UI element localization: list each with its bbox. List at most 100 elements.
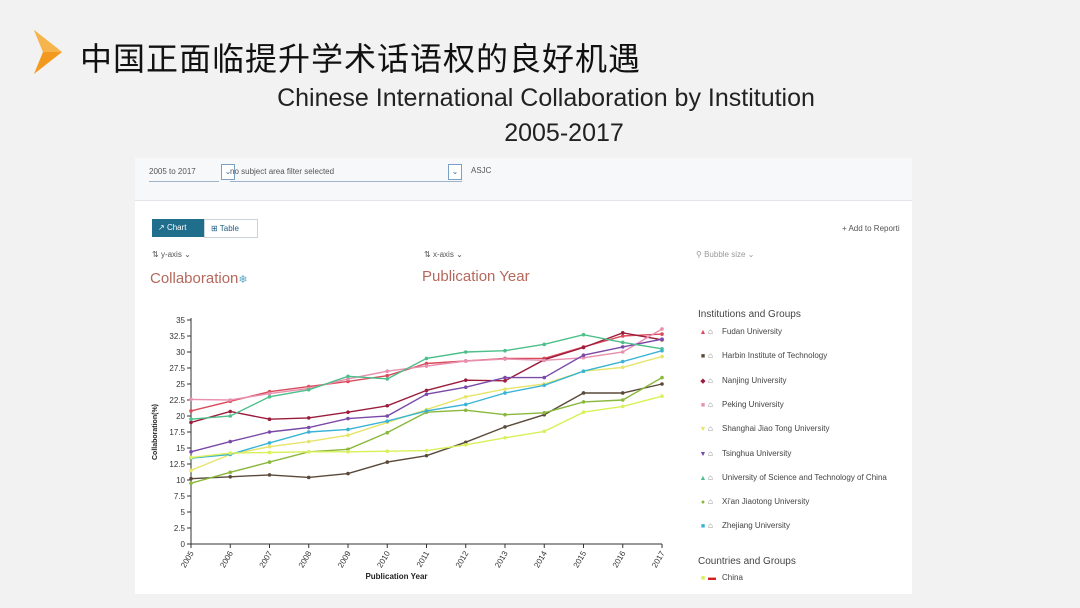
data-point (189, 450, 193, 454)
y-tick-label: 17.5 (169, 428, 185, 437)
data-point (620, 340, 625, 345)
data-point (346, 450, 350, 454)
data-point (385, 414, 390, 418)
series-line (190, 333, 663, 412)
data-point (620, 345, 625, 349)
data-point (189, 455, 193, 460)
data-point (581, 332, 586, 337)
data-point (581, 391, 586, 395)
x-tick-label: 2014 (532, 549, 549, 569)
data-point (424, 388, 429, 393)
data-point (346, 471, 350, 476)
data-point (542, 358, 547, 363)
y-tick-label: 30 (176, 348, 185, 357)
data-point (424, 392, 429, 397)
data-point (581, 345, 586, 350)
data-point (385, 403, 390, 408)
data-point (424, 448, 429, 453)
y-tick-label: 35 (176, 316, 185, 325)
x-tick-label: 2011 (415, 549, 432, 569)
data-point (620, 365, 625, 370)
data-point (306, 475, 311, 480)
data-point (424, 453, 429, 458)
y-tick-label: 22.5 (169, 396, 185, 405)
x-tick-label: 2007 (258, 549, 275, 569)
data-point (542, 375, 547, 380)
chart-subtitle-line2: 2005-2017 (504, 119, 624, 147)
data-point (503, 435, 507, 440)
slide-title: 中国正面临提升学术话语权的良好机遇 (80, 40, 642, 78)
x-tick-label: 2008 (297, 549, 314, 569)
data-point (620, 350, 625, 354)
y-tick-label: 25 (176, 380, 185, 389)
data-point (189, 468, 193, 473)
data-point (503, 412, 507, 417)
data-point (503, 375, 507, 380)
orange-arrow-icon (34, 30, 62, 74)
data-point (267, 450, 272, 455)
data-point (620, 391, 625, 395)
data-point (463, 385, 468, 389)
data-point (660, 394, 664, 398)
data-point (463, 378, 468, 382)
data-point (620, 331, 625, 335)
data-point (660, 354, 664, 359)
data-point (542, 411, 547, 415)
data-point (660, 332, 664, 336)
data-point (424, 364, 429, 368)
data-point (542, 429, 547, 434)
data-point (346, 416, 350, 421)
data-point (620, 404, 625, 409)
data-point (385, 373, 390, 378)
y-tick-label: 12.5 (169, 460, 185, 469)
data-point (503, 387, 507, 391)
data-point (346, 410, 350, 414)
data-point (267, 430, 272, 434)
y-tick-label: 27.5 (169, 364, 185, 373)
data-point (581, 410, 586, 414)
data-point (228, 409, 233, 414)
data-point (189, 420, 193, 425)
data-point (385, 369, 390, 373)
data-point (660, 375, 664, 380)
x-tick-label: 2013 (493, 549, 510, 569)
x-tick-label: 2017 (650, 549, 667, 569)
y-tick-label: 15 (176, 444, 185, 453)
data-point (503, 348, 507, 353)
data-point (346, 374, 350, 379)
data-point (267, 417, 272, 422)
data-point (228, 414, 233, 418)
data-point (542, 342, 547, 347)
y-tick-label: 32.5 (169, 332, 185, 341)
data-point (267, 444, 272, 449)
data-point (385, 449, 390, 454)
data-point (620, 359, 625, 364)
data-point (267, 473, 272, 477)
data-point (385, 419, 390, 423)
data-point (463, 395, 468, 399)
x-tick-label: 2016 (611, 549, 628, 569)
data-point (542, 383, 547, 388)
x-tick-label: 2012 (454, 549, 471, 569)
y-tick-label: 10 (176, 476, 185, 485)
data-point (660, 348, 664, 353)
x-axis-label: Publication Year (365, 572, 427, 581)
data-point (463, 359, 468, 363)
data-point (267, 391, 272, 396)
data-point (463, 402, 468, 407)
data-point (346, 433, 350, 438)
data-point (306, 416, 311, 420)
data-point (267, 460, 272, 464)
data-point (581, 400, 586, 404)
data-point (503, 357, 507, 361)
data-point (620, 398, 625, 402)
data-point (385, 377, 390, 381)
chart-subtitle-line1: Chinese International Collaboration by I… (277, 84, 815, 112)
data-point (228, 470, 233, 475)
data-point (267, 395, 272, 399)
data-point (228, 398, 233, 402)
data-point (503, 379, 507, 383)
x-tick-label: 2010 (375, 549, 392, 569)
data-point (424, 409, 429, 413)
y-tick-label: 20 (176, 412, 185, 421)
